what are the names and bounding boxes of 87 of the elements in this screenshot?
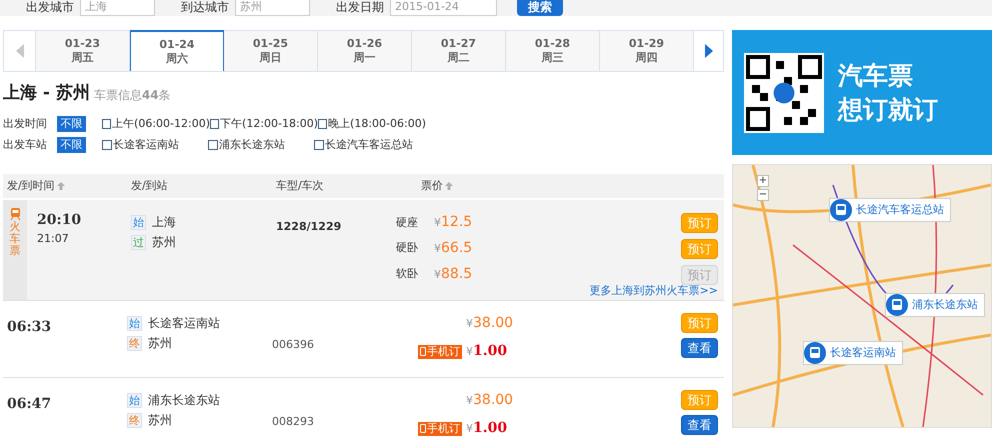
checkbox[interactable]	[208, 140, 218, 150]
filter-all-option[interactable]: 不限	[57, 116, 86, 132]
station-name: 浦东长途东站	[148, 392, 220, 409]
checkbox[interactable]	[102, 119, 112, 129]
mobile-price: ¥1.00	[466, 342, 508, 361]
field-label: 出发日期	[336, 0, 384, 16]
right-arrow-icon[interactable]	[704, 44, 712, 58]
filter-option-label: 长途客运南站	[113, 136, 179, 153]
field-label: 到达城市	[181, 0, 229, 16]
text-field[interactable]: 2015-01-24	[390, 0, 497, 16]
column-header[interactable]: 票价	[421, 178, 453, 194]
date-tab[interactable]: 01-26 周一	[318, 31, 412, 71]
bus-pin-icon	[886, 294, 908, 316]
station-marker[interactable]: 长途汽车客运总站	[829, 198, 951, 222]
train-number: 1228/1229	[276, 220, 342, 233]
ticket-price: ¥66.5	[434, 239, 474, 258]
mobile-price: ¥1.00	[466, 419, 508, 437]
seat-type: 硬卧	[396, 240, 419, 256]
seat-type: 硬座	[396, 214, 419, 231]
checkbox[interactable]	[314, 140, 324, 150]
ticket-price: ¥88.5	[434, 265, 474, 284]
ticket-price: ¥38.00	[466, 391, 514, 410]
text-field[interactable]: 苏州	[235, 0, 310, 16]
mobile-booking-badge: 手机订	[418, 422, 462, 436]
date-tab[interactable]: 01-24 周六	[130, 30, 224, 71]
seat-type: 软卧	[396, 266, 419, 282]
station-name: 苏州	[148, 412, 172, 429]
filter-option-label: 长途汽车客运总站	[325, 136, 413, 153]
ticket-price: ¥12.5	[434, 213, 474, 232]
train-icon	[10, 208, 20, 220]
banner-slogan: 汽车票	[838, 60, 914, 90]
date-tab[interactable]: 01-28 周三	[506, 31, 600, 71]
bus-number: 006396	[272, 338, 314, 351]
station-marker[interactable]: 浦东长途东站	[885, 293, 985, 317]
bus-number: 008293	[272, 415, 314, 428]
date-tab[interactable]: 01-27 周二	[412, 31, 506, 71]
filter-option-label: 下午(12:00-18:00)	[220, 116, 318, 132]
view-button[interactable]: 查看	[681, 338, 718, 358]
station-name: 长途客运南站	[148, 315, 220, 332]
bus-pin-icon	[830, 199, 852, 221]
filter-option-label: 晚上(18:00-06:00)	[328, 116, 426, 132]
station-tag: 始	[131, 214, 146, 230]
column-header[interactable]: 车型/车次	[276, 178, 324, 194]
station-marker[interactable]: 长途客运南站	[803, 341, 903, 365]
ticket-count: 车票信息44条	[94, 87, 171, 104]
route-title: 上海 - 苏州	[3, 82, 90, 104]
bus-pin-icon	[804, 342, 826, 364]
station-tag: 始	[127, 316, 142, 330]
train-ticket-label: 火车票	[10, 221, 20, 257]
mobile-booking-badge: 手机订	[418, 344, 462, 358]
phone-icon	[420, 424, 426, 433]
view-button[interactable]: 查看	[681, 415, 718, 435]
ticket-price: ¥38.00	[466, 314, 514, 333]
station-tag: 过	[131, 234, 146, 250]
column-header[interactable]: 发/到站	[131, 178, 168, 194]
more-trains-link[interactable]: 更多上海到苏州火车票>>	[590, 283, 718, 300]
filter-label: 出发时间	[3, 116, 48, 132]
marker-label: 长途汽车客运总站	[856, 202, 944, 218]
depart-time: 20:10	[37, 211, 82, 230]
text-field[interactable]: 上海	[80, 0, 155, 16]
zoom-out-button[interactable]: −	[757, 189, 769, 201]
qr-code-icon	[744, 52, 824, 132]
zoom-in-button[interactable]: +	[757, 175, 769, 187]
column-header[interactable]: 发/到时间	[7, 178, 65, 194]
checkbox[interactable]	[210, 119, 220, 129]
station-tag: 终	[127, 336, 142, 350]
phone-icon	[420, 347, 426, 356]
depart-time: 06:33	[7, 319, 52, 335]
station-tag: 始	[127, 392, 142, 408]
marker-label: 长途客运南站	[830, 344, 896, 361]
station-name: 苏州	[148, 335, 172, 352]
search-button[interactable]: 搜索	[517, 0, 563, 16]
arrive-time: 21:07	[37, 231, 70, 247]
marker-label: 浦东长途东站	[912, 296, 978, 313]
field-label: 出发城市	[26, 0, 74, 16]
filter-option-label: 上午(06:00-12:00)	[112, 116, 210, 132]
checkbox[interactable]	[102, 140, 112, 150]
station-name: 苏州	[152, 234, 176, 251]
station-name: 上海	[152, 214, 176, 231]
banner-slogan: 想订就订	[838, 94, 938, 124]
station-tag: 终	[127, 412, 142, 428]
filter-label: 出发车站	[3, 136, 48, 153]
date-tab[interactable]: 01-25 周日	[224, 31, 318, 71]
depart-time: 06:47	[7, 396, 52, 412]
checkbox[interactable]	[318, 119, 328, 129]
filter-all-option[interactable]: 不限	[57, 137, 86, 153]
filter-option-label: 浦东长途东站	[219, 136, 285, 153]
